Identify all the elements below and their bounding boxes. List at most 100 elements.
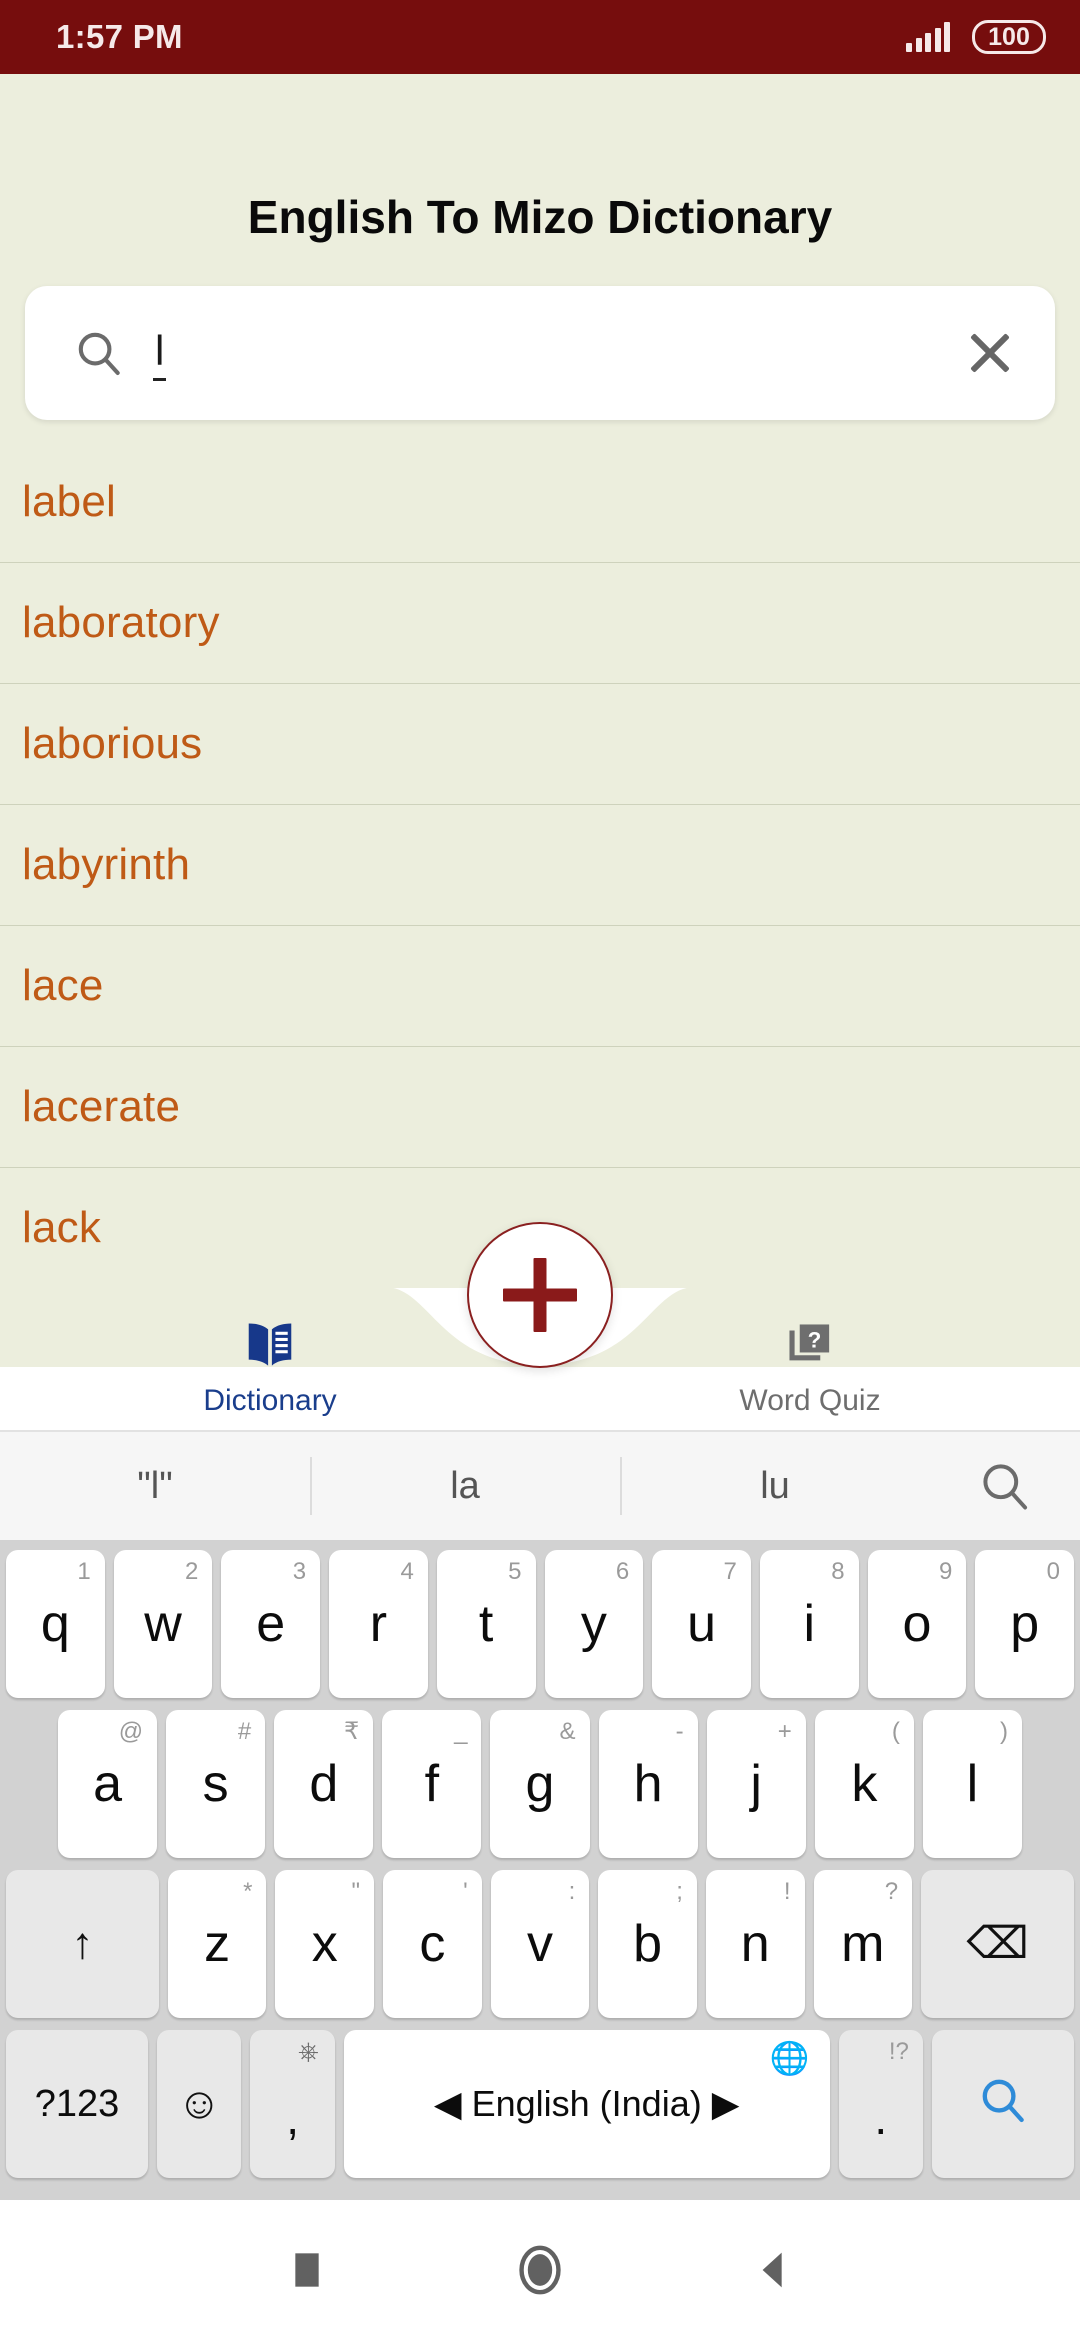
key-h[interactable]: -h [598, 1710, 698, 1858]
list-item[interactable]: lace [0, 926, 1080, 1047]
key-label: d [309, 1755, 339, 1813]
square-recents-icon[interactable] [262, 2225, 352, 2315]
triangle-back-icon[interactable] [728, 2225, 818, 2315]
key-p[interactable]: 0p [975, 1550, 1075, 1698]
key-s[interactable]: # s [166, 1710, 266, 1858]
status-clock: 1:57 PM [56, 18, 183, 55]
period-key[interactable]: !?. [838, 2030, 923, 2178]
android-navigation-bar [0, 2200, 1080, 2340]
emoji-key[interactable]: ☺ [157, 2030, 242, 2178]
key-t[interactable]: 5t [436, 1550, 536, 1698]
key-alt: * [243, 1878, 253, 1905]
key-v[interactable]: :v [490, 1870, 590, 2018]
search-bar[interactable]: l [25, 286, 1055, 420]
search-icon[interactable] [930, 1458, 1080, 1514]
comma-key[interactable]: ⎈, [250, 2030, 335, 2178]
shift-arrow-icon: ↑ [71, 1919, 94, 1968]
key-label: f [424, 1755, 440, 1813]
key-k[interactable]: (k [814, 1710, 914, 1858]
list-item[interactable]: lacerate [0, 1047, 1080, 1168]
status-indicators: 100 [906, 20, 1046, 54]
key-u[interactable]: 7u [652, 1550, 751, 1698]
key-alt: ; [676, 1878, 683, 1905]
key-alt: ' [463, 1878, 468, 1905]
key-alt: + [777, 1718, 792, 1745]
keyboard-row-3: ↑ * z " x ' c :v ; b ! n ? m ⌫ [6, 1870, 1074, 2018]
key-d[interactable]: ₹ d [274, 1710, 374, 1858]
symbols-key[interactable]: ?123 [6, 2030, 149, 2178]
search-icon [977, 2074, 1029, 2134]
key-z[interactable]: * z [167, 1870, 267, 2018]
backspace-key[interactable]: ⌫ [921, 1870, 1074, 2018]
key-f[interactable]: _ f [382, 1710, 482, 1858]
key-e[interactable]: 3e [221, 1550, 321, 1698]
word-label: label [22, 477, 116, 526]
keyboard-row-1: 1q 2w 3e 4r 5t 6y 7u 8i 9o 0p [5, 1550, 1075, 1698]
key-g[interactable]: & g [490, 1710, 590, 1858]
key-alt: ? [884, 1878, 899, 1905]
tab-dictionary[interactable]: Dictionary [0, 1288, 540, 1430]
key-label: r [369, 1595, 388, 1653]
key-label: h [633, 1755, 663, 1813]
on-screen-keyboard[interactable]: 1q 2w 3e 4r 5t 6y 7u 8i 9o 0p @ a # s ₹ d _… [0, 1540, 1080, 2200]
key-label: k [851, 1755, 878, 1813]
key-alt: 1 [77, 1558, 91, 1585]
key-m[interactable]: ? m [813, 1870, 913, 2018]
search-input-value: l [153, 325, 167, 381]
suggestion-item[interactable]: la [310, 1465, 620, 1508]
key-c[interactable]: ' c [383, 1870, 482, 2018]
suggestion-item[interactable]: "l" [0, 1465, 310, 1508]
key-label: q [40, 1595, 70, 1653]
key-j[interactable]: + j [706, 1710, 806, 1858]
key-q[interactable]: 1q [5, 1550, 105, 1698]
search-input[interactable]: l [153, 325, 963, 381]
key-x[interactable]: " x [275, 1870, 375, 2018]
key-label: y [580, 1595, 607, 1653]
page-title: English To Mizo Dictionary [247, 191, 833, 243]
key-label: j [750, 1755, 762, 1813]
backspace-icon: ⌫ [966, 1919, 1029, 1968]
key-y[interactable]: 6y [544, 1550, 644, 1698]
word-result-list[interactable]: label laboratory laborious labyrinth lac… [0, 442, 1080, 1289]
shift-key[interactable]: ↑ [6, 1870, 159, 2018]
key-alt: 3 [292, 1558, 307, 1585]
key-alt: ! [783, 1878, 791, 1905]
key-label: c [419, 1915, 446, 1973]
list-item[interactable]: laboratory [0, 563, 1080, 684]
key-label: o [902, 1595, 932, 1653]
search-icon [78, 332, 120, 375]
tab-dictionary-label: Dictionary [203, 1384, 337, 1417]
key-alt: 2 [185, 1558, 199, 1585]
list-item[interactable]: laborious [0, 684, 1080, 805]
key-label: b [633, 1915, 663, 1973]
key-alt: 9 [938, 1558, 953, 1585]
key-i[interactable]: 8i [759, 1550, 859, 1698]
search-enter-key[interactable] [931, 2030, 1074, 2178]
key-n[interactable]: ! n [705, 1870, 805, 2018]
circle-home-icon[interactable] [495, 2225, 585, 2315]
close-icon[interactable] [963, 326, 1017, 380]
add-word-fab[interactable] [467, 1222, 613, 1368]
key-alt: " [351, 1878, 361, 1905]
space-key[interactable]: 🌐 ◀ English (India) ▶ [343, 2030, 830, 2178]
list-item[interactable]: labyrinth [0, 805, 1080, 926]
key-l[interactable]: ) l [922, 1710, 1022, 1858]
key-alt: 5 [508, 1558, 522, 1585]
suggestion-item[interactable]: lu [620, 1465, 930, 1508]
key-label: u [687, 1595, 717, 1653]
key-label: e [256, 1595, 286, 1653]
globe-icon: 🌐 [769, 2040, 810, 2076]
quiz-card-icon: ? [782, 1314, 838, 1376]
key-alt: - [675, 1718, 684, 1745]
key-w[interactable]: 2w [113, 1550, 213, 1698]
key-a[interactable]: @ a [58, 1710, 158, 1858]
word-label: lace [22, 961, 104, 1010]
key-b[interactable]: ; b [598, 1870, 697, 2018]
key-o[interactable]: 9o [867, 1550, 967, 1698]
key-label: a [93, 1755, 123, 1813]
key-label: m [841, 1915, 885, 1973]
key-r[interactable]: 4r [329, 1550, 428, 1698]
list-item[interactable]: label [0, 442, 1080, 563]
tab-word-quiz[interactable]: ? Word Quiz [540, 1288, 1080, 1430]
battery-icon: 100 [972, 20, 1046, 54]
